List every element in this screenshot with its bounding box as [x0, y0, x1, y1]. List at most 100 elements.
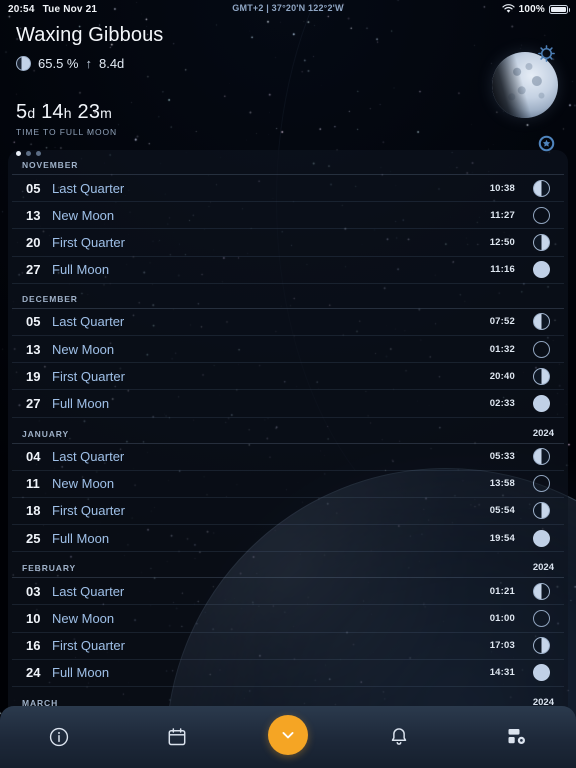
row-phase-name: Full Moon	[52, 395, 110, 411]
row-time: 05:33	[489, 451, 515, 463]
gear-outline-icon[interactable]	[537, 44, 556, 63]
table-row[interactable]: 25 Full Moon 19:54	[12, 525, 564, 553]
wifi-icon	[502, 4, 515, 14]
month-year: 2024	[532, 427, 554, 439]
countdown-minutes-unit: m	[100, 105, 113, 121]
table-row[interactable]: 05 Last Quarter 07:52	[12, 309, 564, 336]
month-name: NOVEMBER	[22, 160, 79, 170]
month-name: JANUARY	[22, 428, 70, 439]
table-row[interactable]: 05 Last Quarter 10:38	[12, 175, 564, 203]
new-moon-icon	[533, 610, 550, 628]
widgets-gear-icon[interactable]	[490, 716, 544, 758]
moon-age-value: 8.4d	[98, 56, 125, 71]
location-readout: GMT+2 | 37°20'N 122°2'W	[232, 3, 344, 13]
row-time: 01:00	[489, 613, 515, 625]
phase-header: Waxing Gibbous 65.5 % ↑ 8.4d 5d 14h 23m …	[0, 18, 576, 156]
countdown-minutes: 23	[77, 101, 101, 123]
bell-icon[interactable]	[372, 716, 426, 758]
row-time: 20:40	[489, 370, 515, 382]
row-phase-name: First Quarter	[52, 234, 125, 250]
bottom-toolbar	[0, 706, 576, 768]
info-icon[interactable]	[32, 716, 86, 758]
first-quarter-icon	[533, 637, 550, 655]
row-day: 27	[26, 395, 41, 411]
row-day: 25	[26, 530, 41, 546]
row-day: 13	[26, 207, 41, 223]
row-phase-name: New Moon	[52, 207, 115, 223]
table-row[interactable]: 24 Full Moon 14:31	[12, 660, 564, 687]
table-row[interactable]: 27 Full Moon 11:16	[12, 257, 564, 284]
page-dot[interactable]	[26, 151, 31, 156]
row-day: 24	[26, 665, 41, 681]
page-dot[interactable]	[16, 151, 21, 156]
row-time: 01:21	[489, 585, 515, 597]
full-moon-icon	[533, 394, 550, 412]
table-row[interactable]: 20 First Quarter 12:50	[12, 229, 564, 257]
table-row[interactable]: 18 First Quarter 05:54	[12, 498, 564, 526]
last-quarter-icon	[533, 582, 550, 600]
battery-percent: 100%	[518, 3, 545, 15]
table-row[interactable]: 16 First Quarter 17:03	[12, 633, 564, 660]
row-day: 19	[26, 368, 41, 384]
row-time: 14:31	[489, 667, 515, 679]
table-row[interactable]: 13 New Moon 11:27	[12, 202, 564, 230]
page-indicator-dots[interactable]	[16, 151, 560, 156]
table-row[interactable]: 19 First Quarter 20:40	[12, 363, 564, 391]
row-day: 11	[26, 476, 40, 492]
table-row[interactable]: 04 Last Quarter 05:33	[12, 444, 564, 471]
row-phase-name: New Moon	[52, 611, 115, 627]
row-day: 27	[26, 262, 41, 278]
page-dot[interactable]	[36, 151, 41, 156]
new-moon-icon	[533, 340, 550, 358]
status-bar: 20:54 Tue Nov 21 GMT+2 | 37°20'N 122°2'W…	[0, 0, 576, 18]
row-time: 01:32	[489, 343, 515, 355]
full-moon-icon	[533, 261, 550, 279]
moon-phase-list[interactable]: NOVEMBER 05 Last Quarter 10:38 13 New Moon 11:…	[8, 150, 568, 768]
first-quarter-icon	[533, 367, 550, 385]
row-phase-name: Last Quarter	[52, 180, 125, 196]
row-time: 13:58	[489, 478, 515, 490]
row-time: 02:33	[489, 397, 515, 409]
countdown-hours: 14	[41, 101, 64, 123]
first-quarter-icon	[533, 233, 550, 251]
row-phase-name: New Moon	[52, 476, 115, 492]
table-row[interactable]: 03 Last Quarter 01:21	[12, 578, 564, 606]
table-row[interactable]: 13 New Moon 01:32	[12, 336, 564, 364]
month-header: DECEMBER	[12, 284, 564, 309]
first-quarter-icon	[533, 502, 550, 520]
new-moon-icon	[533, 475, 550, 493]
row-time: 05:54	[489, 505, 515, 517]
row-phase-name: First Quarter	[52, 638, 125, 654]
calendar-icon[interactable]	[150, 716, 204, 758]
battery-full-icon	[549, 4, 570, 14]
row-day: 13	[26, 341, 41, 357]
row-phase-name: Full Moon	[52, 530, 110, 546]
countdown-timer: 5d 14h 23m	[16, 101, 560, 124]
age-arrow-icon: ↑	[85, 56, 92, 71]
table-row[interactable]: 11 New Moon 13:58	[12, 471, 564, 498]
chevron-down-icon[interactable]	[268, 715, 308, 755]
app-root: 20:54 Tue Nov 21 GMT+2 | 37°20'N 122°2'W…	[0, 0, 576, 768]
row-day: 05	[26, 314, 41, 330]
countdown-label: TIME TO FULL MOON	[16, 127, 118, 137]
row-phase-name: Last Quarter	[52, 583, 125, 599]
row-phase-name: Last Quarter	[52, 314, 125, 330]
month-header: JANUARY 2024	[12, 418, 564, 444]
row-day: 04	[26, 449, 41, 465]
row-day: 05	[26, 180, 41, 196]
gear-star-icon[interactable]	[537, 134, 556, 153]
illumination-value: 65.5 %	[38, 56, 79, 71]
last-quarter-icon	[533, 313, 550, 331]
table-row[interactable]: 27 Full Moon 02:33	[12, 390, 564, 418]
countdown-days: 5	[16, 101, 28, 123]
row-day: 16	[26, 638, 41, 654]
last-quarter-icon	[533, 448, 550, 466]
full-moon-icon	[533, 529, 550, 547]
row-day: 10	[26, 611, 41, 627]
row-day: 20	[26, 234, 41, 250]
table-row[interactable]: 10 New Moon 01:00	[12, 605, 564, 633]
month-name: DECEMBER	[22, 293, 78, 304]
page-title: Waxing Gibbous	[16, 24, 164, 46]
row-day: 18	[26, 503, 41, 519]
row-phase-name: Last Quarter	[52, 449, 125, 465]
